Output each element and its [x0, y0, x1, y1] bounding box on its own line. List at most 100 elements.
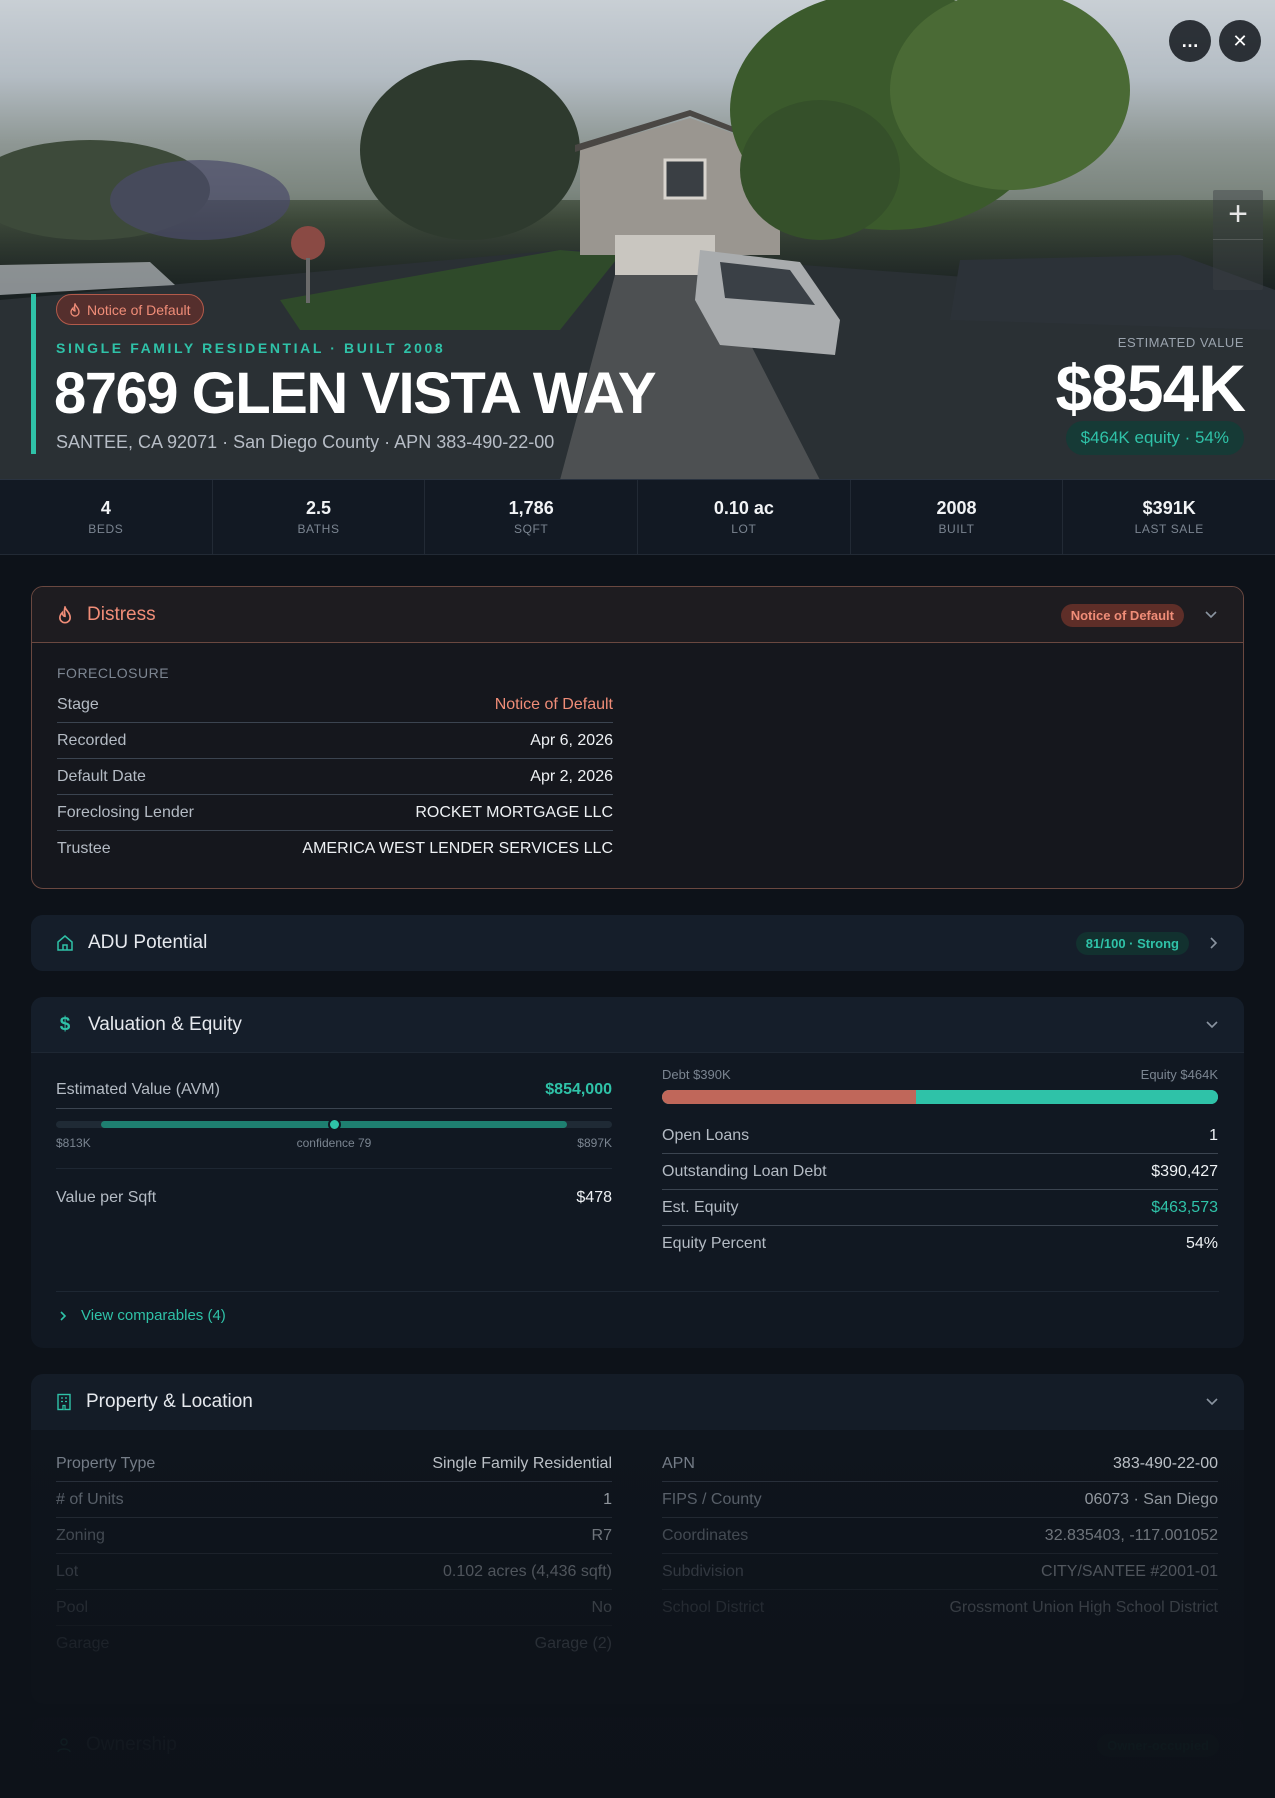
- debt-fill: [662, 1090, 917, 1104]
- plus-icon: +: [1228, 195, 1248, 233]
- close-button[interactable]: ✕: [1219, 20, 1261, 62]
- chevron-down-icon[interactable]: [1205, 1397, 1219, 1407]
- street-view-zoom-control: +: [1213, 190, 1263, 290]
- row-value: Apr 2, 2026: [530, 767, 613, 785]
- estimated-value-label: ESTIMATED VALUE: [1117, 335, 1244, 350]
- foreclosure-row-default-date: Default Date Apr 2, 2026: [57, 759, 613, 795]
- value-per-sqft-row: Value per Sqft $478: [56, 1169, 612, 1227]
- row-key: FIPS / County: [662, 1490, 762, 1508]
- equity-label: Equity $464K: [1140, 1067, 1218, 1082]
- row-value: 1: [1209, 1126, 1218, 1144]
- zoom-in-button[interactable]: +: [1213, 190, 1263, 240]
- property-kind: SINGLE FAMILY RESIDENTIAL · BUILT 2008: [56, 340, 446, 356]
- property-row-type: Property Type Single Family Residential: [56, 1446, 612, 1482]
- property-row-units: # of Units 1: [56, 1482, 612, 1518]
- property-row-lot: Lot 0.102 acres (4,436 sqft): [56, 1554, 612, 1590]
- distress-badge: Notice of Default: [1060, 603, 1184, 627]
- close-icon: ✕: [1232, 30, 1248, 51]
- row-key: Trustee: [57, 840, 111, 857]
- debt-equity-section: Debt $390K Equity $464K Open Loans 1 Out…: [662, 1067, 1218, 1262]
- distress-card: Distress Notice of Default FORECLOSURE S…: [31, 586, 1244, 889]
- row-value: 54%: [1185, 1235, 1218, 1252]
- foreclosure-row-recorded: Recorded Apr 6, 2026: [57, 723, 613, 759]
- property-row-school-district: School District Grossmont Union High Sch…: [662, 1590, 1218, 1626]
- row-key: Open Loans: [662, 1126, 750, 1144]
- row-value: $390,427: [1151, 1162, 1218, 1180]
- stat-label: LAST SALE: [1134, 522, 1204, 536]
- chevron-down-icon[interactable]: [1205, 1020, 1219, 1030]
- property-row-coordinates: Coordinates 32.835403, -117.001052: [662, 1518, 1218, 1554]
- loan-debt-row: Outstanding Loan Debt $390,427: [662, 1154, 1218, 1190]
- foreclosure-section: FORECLOSURE Stage Notice of Default Reco…: [57, 665, 613, 867]
- stat-lot: 0.10 ac LOT: [638, 480, 851, 554]
- dollar-icon: $: [59, 1013, 71, 1035]
- stat-value: 2008: [936, 498, 977, 518]
- avm-label: Estimated Value (AVM): [56, 1080, 220, 1098]
- property-row-zoning: Zoning R7: [56, 1518, 612, 1554]
- adu-header[interactable]: ADU Potential 81/100 · Strong: [31, 915, 1244, 971]
- property-right-column: APN 383-490-22-00 FIPS / County 06073 · …: [662, 1446, 1218, 1626]
- stat-baths: 2.5 BATHS: [213, 480, 426, 554]
- row-value: AMERICA WEST LENDER SERVICES LLC: [302, 840, 613, 857]
- chevron-down-icon[interactable]: [1204, 610, 1218, 620]
- chevron-right-icon[interactable]: [1209, 936, 1219, 950]
- ownership-badge: Owner-occupied: [1097, 1733, 1219, 1757]
- value-per-sqft-label: Value per Sqft: [56, 1189, 157, 1206]
- valuation-header[interactable]: $ Valuation & Equity: [31, 997, 1244, 1053]
- row-key: Property Type: [56, 1454, 156, 1472]
- more-options-button[interactable]: …: [1169, 20, 1211, 62]
- row-value: CITY/SANTEE #2001-01: [1041, 1562, 1218, 1580]
- ownership-title: Ownership: [86, 1734, 177, 1755]
- debt-equity-bar: [662, 1090, 1218, 1104]
- row-value: Single Family Residential: [432, 1454, 612, 1472]
- property-title: Property & Location: [86, 1391, 253, 1412]
- distress-title: Distress: [87, 603, 156, 625]
- row-key: Pool: [56, 1598, 89, 1616]
- view-comparables-link[interactable]: View comparables (4): [59, 1307, 226, 1324]
- adu-card[interactable]: ADU Potential 81/100 · Strong: [31, 915, 1244, 971]
- row-key: Stage: [57, 695, 99, 713]
- property-row-apn: APN 383-490-22-00: [662, 1446, 1218, 1482]
- distress-header[interactable]: Distress Notice of Default: [32, 587, 1243, 643]
- estimated-value: $854K: [1055, 351, 1246, 425]
- equity-percent-row: Equity Percent 54%: [662, 1226, 1218, 1262]
- avm-value: $854,000: [545, 1080, 612, 1098]
- more-icon: …: [1181, 30, 1199, 51]
- row-key: APN: [662, 1454, 695, 1472]
- range-high: $897K: [577, 1136, 612, 1150]
- property-header[interactable]: Property & Location: [31, 1374, 1244, 1430]
- stat-sqft: 1,786 SQFT: [425, 480, 639, 554]
- stat-value: 0.10 ac: [713, 498, 774, 518]
- ownership-header[interactable]: Ownership Owner-occupied: [31, 1717, 1244, 1773]
- location-line: SANTEE, CA 92071 · San Diego County · AP…: [56, 432, 555, 452]
- row-value: Notice of Default: [494, 695, 613, 713]
- row-value: 32.835403, -117.001052: [1044, 1526, 1218, 1544]
- row-key: Coordinates: [662, 1526, 749, 1544]
- avm-range: $813K confidence 79 $897K: [56, 1109, 612, 1169]
- row-key: School District: [662, 1599, 765, 1616]
- row-value: No: [591, 1598, 612, 1616]
- adu-title: ADU Potential: [88, 932, 208, 953]
- property-address: 8769 GLEN VISTA WAY: [54, 361, 657, 426]
- stat-value: 2.5: [305, 498, 332, 518]
- stats-bar: 4 BEDS 2.5 BATHS 1,786 SQFT 0.10 ac LOT …: [0, 480, 1275, 555]
- stat-label: BEDS: [88, 522, 124, 536]
- row-value: Garage (2): [534, 1635, 612, 1652]
- row-value: 1: [603, 1490, 612, 1508]
- row-key: # of Units: [56, 1490, 124, 1508]
- property-row-pool: Pool No: [56, 1590, 612, 1626]
- adu-score-badge: 81/100 · Strong: [1075, 931, 1189, 955]
- row-value: $463,573: [1151, 1198, 1218, 1216]
- home-icon: [57, 935, 73, 951]
- accent-bar: [31, 294, 36, 454]
- row-key: Est. Equity: [662, 1198, 739, 1216]
- stat-beds: 4 BEDS: [0, 480, 213, 554]
- debt-label: Debt $390K: [662, 1067, 731, 1082]
- stat-label: BATHS: [297, 522, 340, 536]
- row-key: Subdivision: [662, 1562, 744, 1580]
- avm-marker: [328, 1118, 341, 1131]
- row-value: ROCKET MORTGAGE LLC: [415, 803, 613, 821]
- property-row-subdivision: Subdivision CITY/SANTEE #2001-01: [662, 1554, 1218, 1590]
- value-per-sqft: $478: [576, 1189, 612, 1206]
- ownership-card[interactable]: Ownership Owner-occupied: [31, 1717, 1244, 1773]
